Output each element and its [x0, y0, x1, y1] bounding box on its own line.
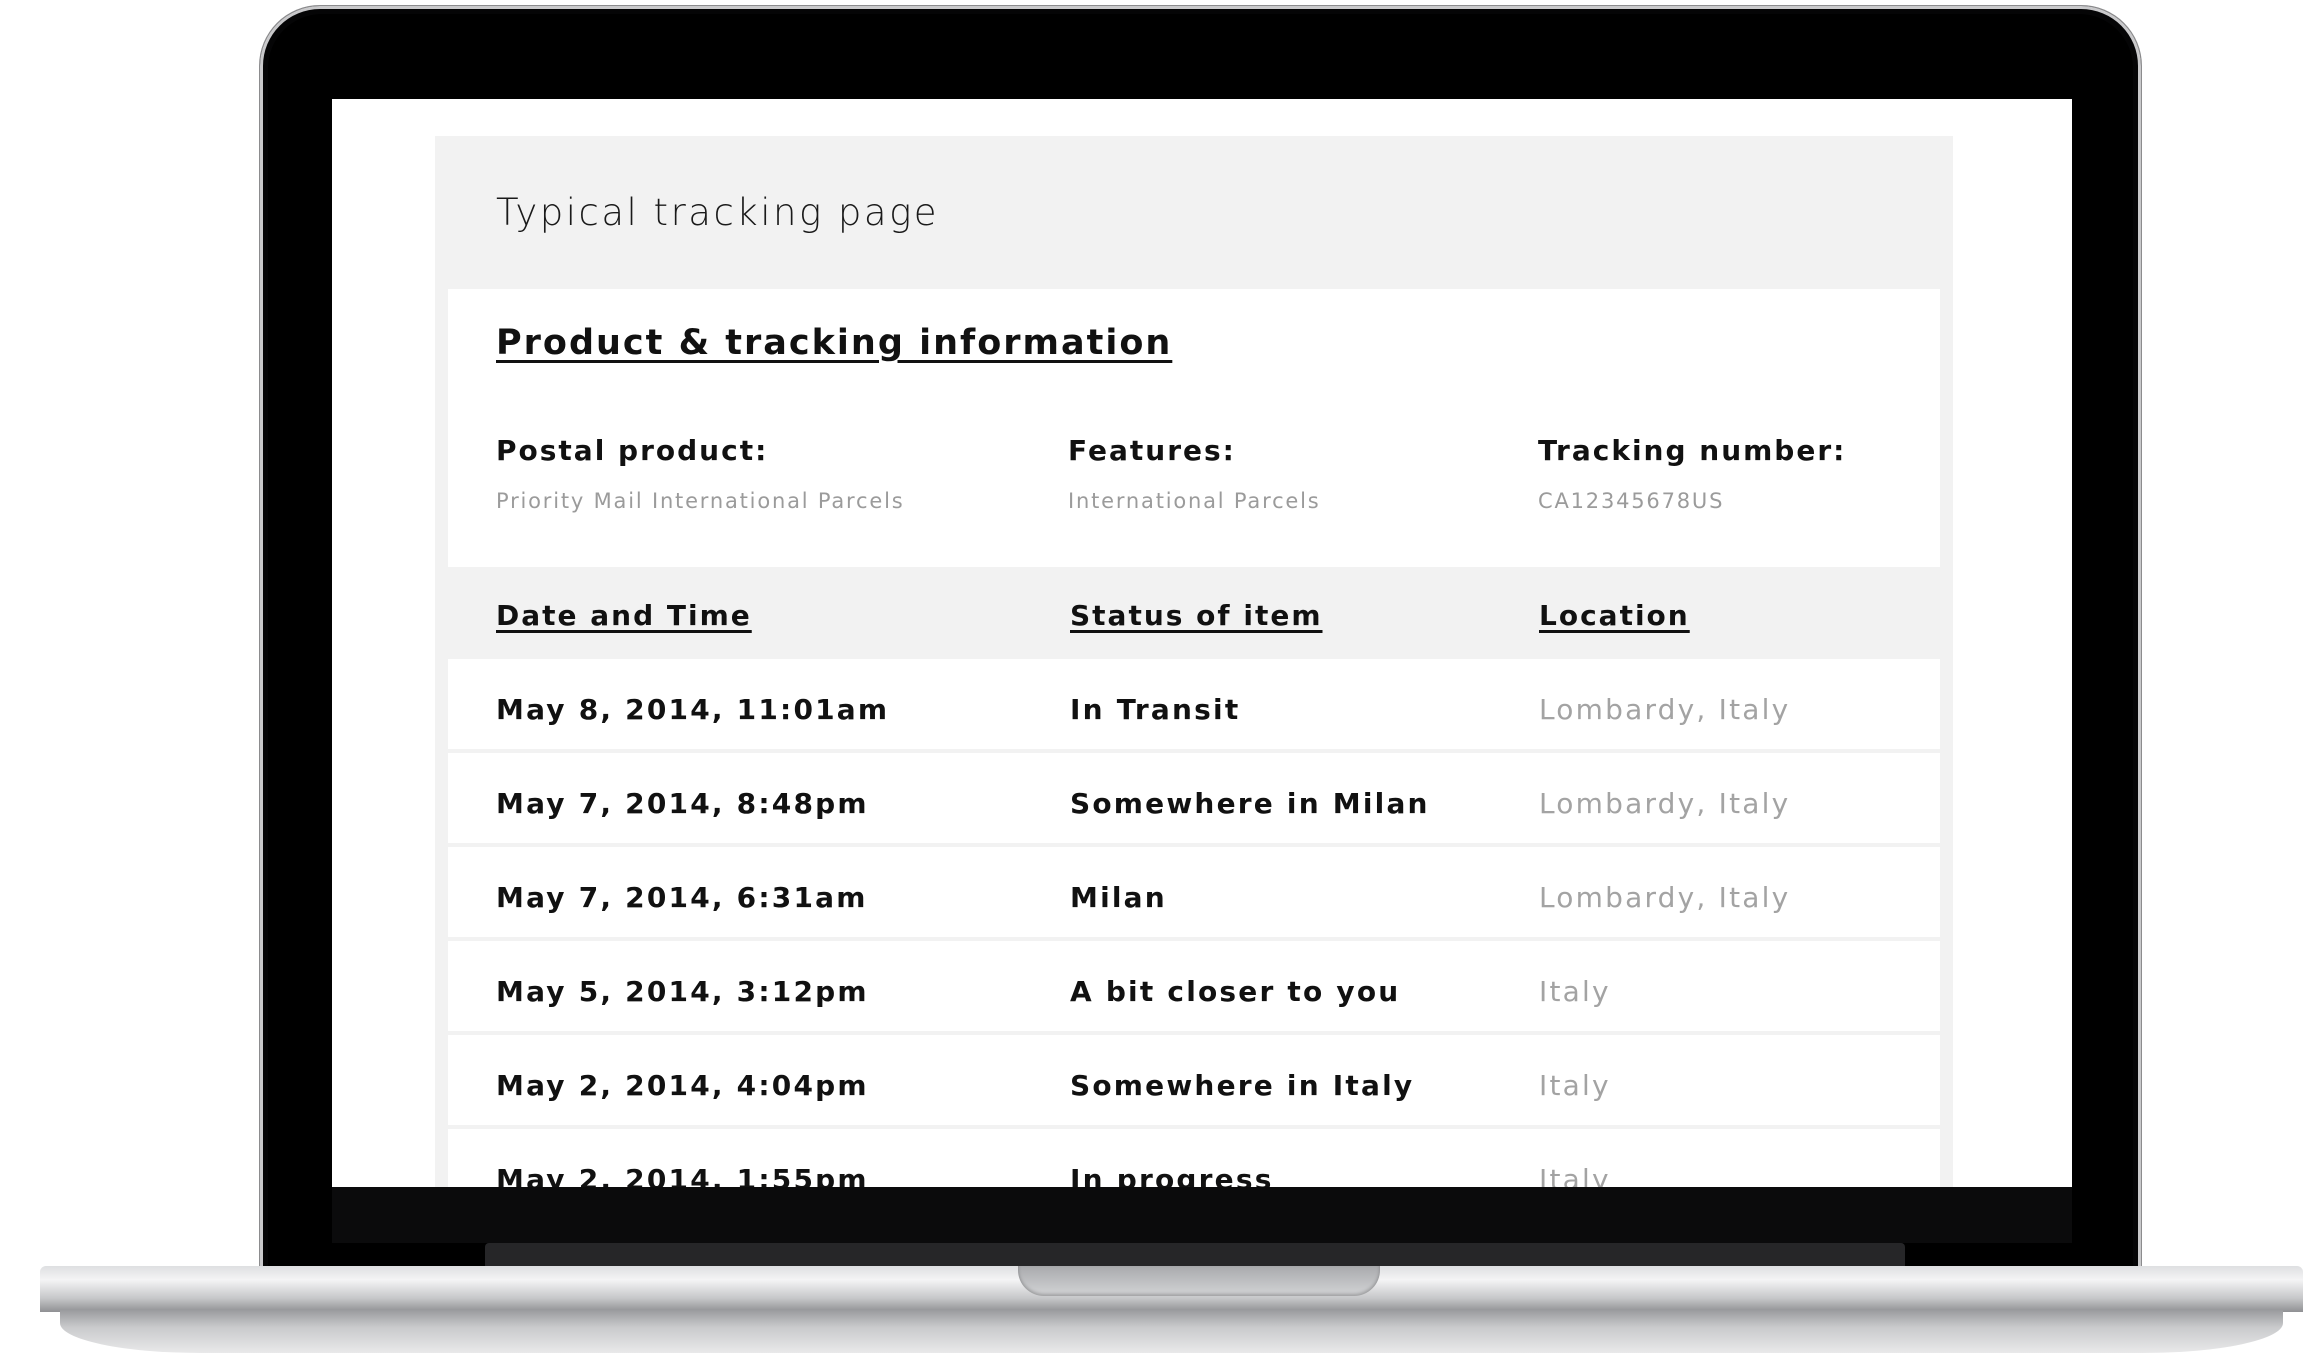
tracking-table-body: May 8, 2014, 11:01am In Transit Lombardy… — [448, 659, 1940, 1187]
row-location: Lombardy, Italy — [1539, 881, 1791, 914]
table-row: May 7, 2014, 6:31am Milan Lombardy, Ital… — [448, 847, 1940, 937]
page-title: Typical tracking page — [496, 191, 940, 234]
row-date: May 7, 2014, 8:48pm — [496, 787, 869, 820]
table-row: May 2, 2014, 1:55pm In progress Italy — [448, 1129, 1940, 1187]
row-location: Italy — [1539, 975, 1611, 1008]
row-location: Italy — [1539, 1163, 1611, 1187]
tracking-number-value: CA12345678US — [1538, 489, 1725, 513]
tracking-number-label: Tracking number: — [1538, 434, 1847, 467]
features-field: Features: International Parcels — [1068, 434, 1321, 513]
row-date: May 7, 2014, 6:31am — [496, 881, 868, 914]
row-status: Somewhere in Milan — [1070, 787, 1430, 820]
lid-opening-notch — [1018, 1266, 1380, 1296]
laptop-screen: Typical tracking page Product & tracking… — [332, 99, 2072, 1187]
row-status: Somewhere in Italy — [1070, 1069, 1415, 1102]
row-location: Lombardy, Italy — [1539, 787, 1791, 820]
table-row: May 7, 2014, 8:48pm Somewhere in Milan L… — [448, 753, 1940, 843]
row-date: May 8, 2014, 11:01am — [496, 693, 890, 726]
laptop-mockup: Typical tracking page Product & tracking… — [0, 0, 2303, 1353]
row-location: Lombardy, Italy — [1539, 693, 1791, 726]
row-status: In Transit — [1070, 693, 1241, 726]
row-status: Milan — [1070, 881, 1167, 914]
features-value: International Parcels — [1068, 489, 1321, 513]
column-header-date[interactable]: Date and Time — [496, 599, 752, 632]
product-info-panel: Product & tracking information Postal pr… — [448, 289, 1940, 567]
table-row: May 2, 2014, 4:04pm Somewhere in Italy I… — [448, 1035, 1940, 1125]
features-label: Features: — [1068, 434, 1236, 467]
postal-product-label: Postal product: — [496, 434, 769, 467]
product-info-heading[interactable]: Product & tracking information — [496, 323, 1172, 363]
screen-bottom-bezel — [332, 1187, 2072, 1243]
row-date: May 2, 2014, 1:55pm — [496, 1163, 869, 1187]
column-header-location[interactable]: Location — [1539, 599, 1690, 632]
postal-product-value: Priority Mail International Parcels — [496, 489, 905, 513]
postal-product-field: Postal product: Priority Mail Internatio… — [496, 434, 904, 513]
row-date: May 5, 2014, 3:12pm — [496, 975, 869, 1008]
row-date: May 2, 2014, 4:04pm — [496, 1069, 869, 1102]
tracking-number-field: Tracking number: CA12345678US — [1538, 434, 1846, 513]
table-row: May 8, 2014, 11:01am In Transit Lombardy… — [448, 659, 1940, 749]
tracking-page: Typical tracking page Product & tracking… — [435, 136, 1953, 1187]
laptop-base-lip — [60, 1310, 2283, 1353]
row-location: Italy — [1539, 1069, 1611, 1102]
laptop-hinge — [485, 1243, 1905, 1268]
tracking-table-header: Date and Time Status of item Location — [448, 567, 1940, 659]
column-header-status[interactable]: Status of item — [1070, 599, 1323, 632]
row-status: A bit closer to you — [1070, 975, 1401, 1008]
row-status: In progress — [1070, 1163, 1274, 1187]
table-row: May 5, 2014, 3:12pm A bit closer to you … — [448, 941, 1940, 1031]
